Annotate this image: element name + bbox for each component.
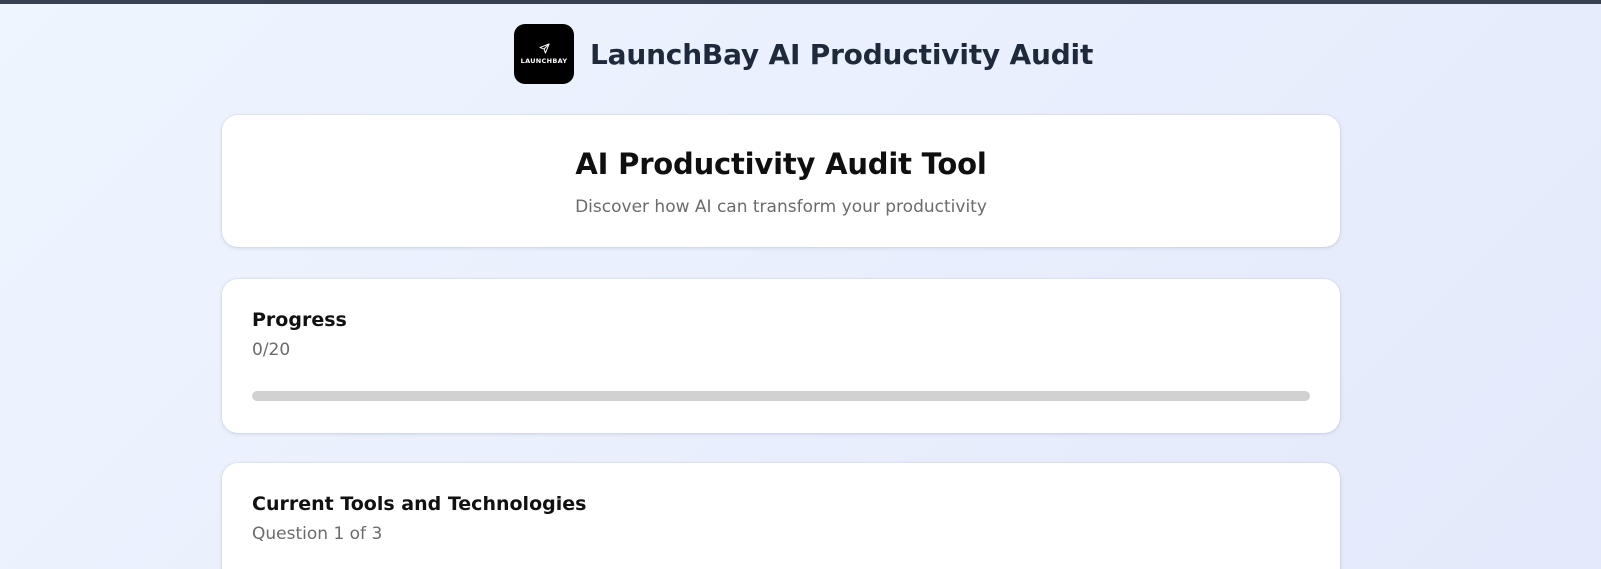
app-title: LaunchBay AI Productivity Audit bbox=[590, 37, 1094, 71]
app-logo[interactable]: LAUNCHBAY bbox=[514, 24, 574, 84]
progress-count: 0/20 bbox=[252, 340, 291, 360]
hero-card: AI Productivity Audit Tool Discover how … bbox=[222, 115, 1340, 247]
progress-card: Progress 0/20 bbox=[222, 279, 1340, 433]
page-subtitle: Discover how AI can transform your produ… bbox=[575, 197, 987, 217]
window-top-bar bbox=[0, 0, 1601, 4]
paper-plane-icon bbox=[538, 43, 550, 54]
question-counter: Question 1 of 3 bbox=[252, 524, 383, 544]
question-card: Current Tools and Technologies Question … bbox=[222, 463, 1340, 569]
progress-label: Progress bbox=[252, 309, 347, 331]
logo-wordmark: LAUNCHBAY bbox=[520, 57, 568, 65]
progress-bar bbox=[252, 391, 1310, 401]
question-section-title: Current Tools and Technologies bbox=[252, 493, 587, 515]
app-header: LAUNCHBAY LaunchBay AI Productivity Audi… bbox=[514, 24, 1093, 84]
page-title: AI Productivity Audit Tool bbox=[575, 147, 987, 181]
